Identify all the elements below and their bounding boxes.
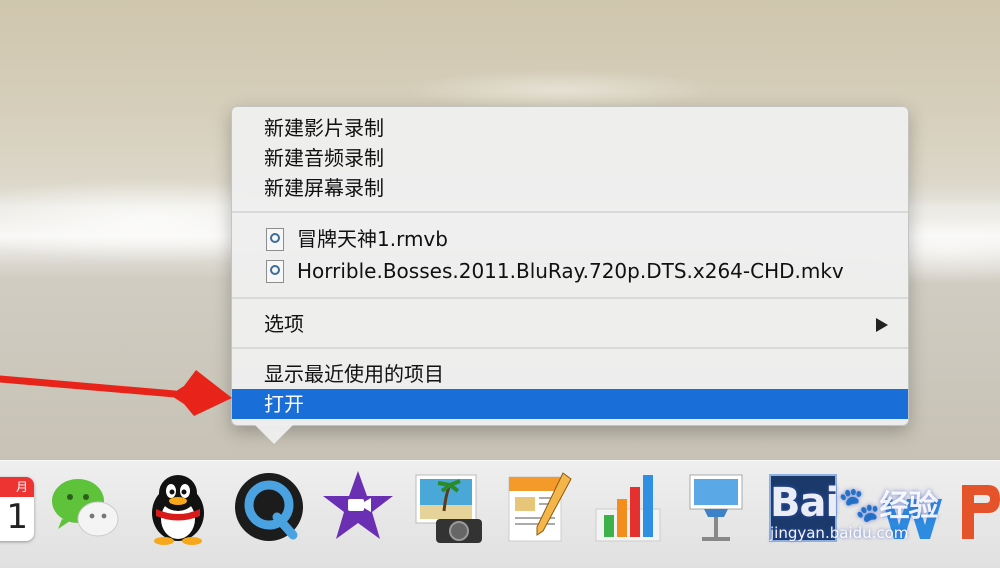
menu-item-new-audio-recording[interactable]: 新建音频录制 bbox=[232, 143, 908, 173]
menu-item-label: 新建影片录制 bbox=[264, 116, 384, 140]
menu-item-recent-file[interactable]: 冒牌天神1.rmvb bbox=[232, 224, 908, 254]
menu-item-label: Horrible.Bosses.2011.BluRay.720p.DTS.x26… bbox=[297, 259, 844, 283]
calendar-day: 1 bbox=[6, 497, 28, 537]
keynote-app-icon[interactable] bbox=[680, 469, 752, 545]
qq-app-icon[interactable] bbox=[142, 469, 214, 545]
submenu-arrow-icon bbox=[876, 318, 888, 332]
wechat-app-icon[interactable] bbox=[48, 469, 120, 545]
watermark-logo: Bai🐾经验 bbox=[770, 480, 939, 526]
menu-item-open[interactable]: 打开 bbox=[232, 389, 908, 419]
menu-separator bbox=[232, 297, 908, 299]
baidu-jingyan-watermark: Bai🐾经验 jingyan.baidu.com bbox=[770, 470, 990, 550]
menu-item-label: 冒牌天神1.rmvb bbox=[297, 227, 448, 251]
menu-item-label: 打开 bbox=[264, 392, 304, 416]
menu-item-new-movie-recording[interactable]: 新建影片录制 bbox=[232, 113, 908, 143]
menu-item-new-screen-recording[interactable]: 新建屏幕录制 bbox=[232, 173, 908, 203]
iphoto-app-icon[interactable] bbox=[414, 469, 486, 545]
menu-item-label: 显示最近使用的项目 bbox=[264, 362, 444, 386]
menu-item-label: 选项 bbox=[264, 312, 304, 336]
watermark-url: jingyan.baidu.com bbox=[770, 524, 909, 542]
quicktime-app-icon[interactable] bbox=[233, 469, 305, 545]
imovie-app-icon[interactable] bbox=[322, 469, 394, 545]
calendar-month: 月 bbox=[0, 477, 34, 497]
menu-item-recent-file[interactable]: Horrible.Bosses.2011.BluRay.720p.DTS.x26… bbox=[232, 256, 908, 286]
pages-app-icon[interactable] bbox=[503, 469, 575, 545]
red-arrow-annotation-icon bbox=[0, 370, 232, 416]
menu-item-show-recent[interactable]: 显示最近使用的项目 bbox=[232, 359, 908, 389]
menu-item-label: 新建音频录制 bbox=[264, 146, 384, 170]
menu-separator bbox=[232, 211, 908, 213]
menu-pointer-tail bbox=[254, 424, 294, 444]
video-file-icon bbox=[266, 228, 284, 251]
menu-separator bbox=[232, 347, 908, 349]
menu-item-label: 新建屏幕录制 bbox=[264, 176, 384, 200]
dock-context-menu: 新建影片录制 新建音频录制 新建屏幕录制 冒牌天神1.rmvb Horrible… bbox=[231, 106, 909, 426]
numbers-app-icon[interactable] bbox=[592, 469, 664, 545]
calendar-app-icon[interactable]: 月 1 bbox=[0, 477, 34, 541]
menu-item-options[interactable]: 选项 bbox=[232, 309, 908, 339]
video-file-icon bbox=[266, 260, 284, 283]
